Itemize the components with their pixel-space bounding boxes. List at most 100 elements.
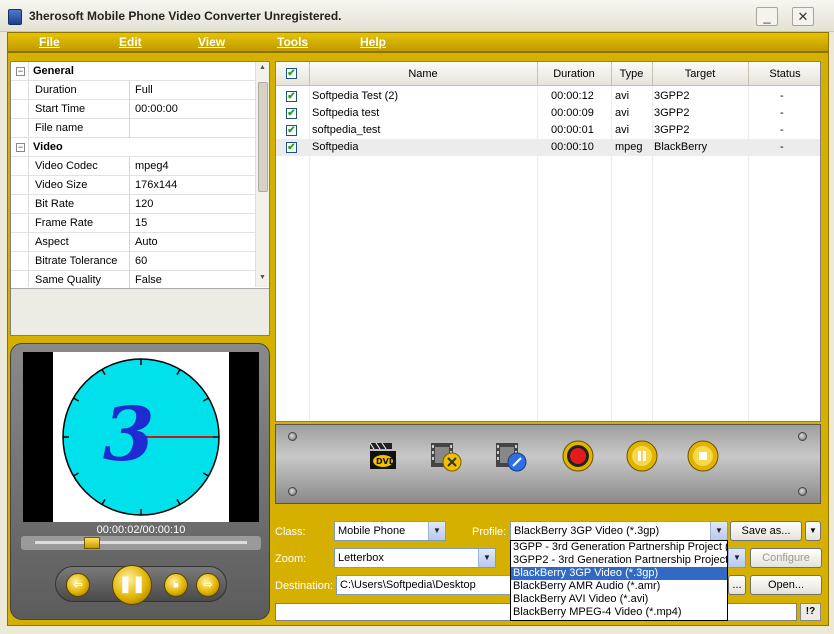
property-value[interactable]: 60 — [135, 255, 147, 267]
cell-name: softpedia_test — [312, 124, 381, 136]
property-value[interactable]: 120 — [135, 198, 153, 210]
stop-icon[interactable]: ■ — [164, 573, 188, 597]
chevron-down-icon[interactable]: ▼ — [428, 522, 445, 540]
property-row[interactable]: Start Time 00:00:00 — [11, 100, 257, 119]
profile-option[interactable]: 3GPP - 3rd Generation Partnership Projec… — [511, 541, 727, 554]
screw-icon — [798, 432, 807, 441]
profile-secondary-select[interactable]: ▼ — [728, 548, 746, 568]
profile-option[interactable]: BlackBerry AVI Video (*.avi) — [511, 593, 727, 606]
film-settings-icon[interactable] — [494, 439, 528, 473]
chevron-down-icon[interactable]: ▼ — [710, 522, 727, 540]
cell-name: Softpedia — [312, 141, 359, 153]
chevron-down-icon[interactable]: ▼ — [478, 549, 495, 567]
col-target[interactable]: Target — [652, 68, 748, 80]
property-divider — [129, 214, 130, 233]
open-button[interactable]: Open... — [750, 575, 822, 595]
property-row[interactable]: Frame Rate 15 — [11, 214, 257, 233]
property-value[interactable]: 176x144 — [135, 179, 177, 191]
property-row[interactable]: Video Codec mpeg4 — [11, 157, 257, 176]
cell-duration: 00:00:10 — [551, 141, 594, 153]
collapse-icon[interactable]: − — [16, 67, 25, 76]
menu-tools[interactable]: Tools — [277, 35, 308, 49]
properties-scrollbar[interactable]: ▲ ▼ — [255, 62, 269, 287]
next-icon[interactable]: ⇨ — [196, 573, 220, 597]
pause-icon[interactable]: ❚❚ — [112, 565, 152, 605]
remove-film-icon[interactable] — [429, 439, 463, 473]
row-checkbox[interactable]: ✔ — [286, 108, 297, 119]
property-value[interactable]: False — [135, 274, 162, 286]
app-icon — [8, 9, 22, 25]
chevron-down-icon[interactable]: ▼ — [728, 549, 745, 567]
menu-edit[interactable]: Edit — [119, 35, 142, 49]
save-as-button[interactable]: Save as... — [730, 521, 802, 541]
profile-option[interactable]: BlackBerry 3GP Video (*.3gp) — [511, 567, 727, 580]
col-type[interactable]: Type — [611, 68, 652, 80]
scroll-down-icon[interactable]: ▼ — [259, 274, 266, 281]
col-name[interactable]: Name — [309, 68, 537, 80]
cell-status: - — [780, 124, 784, 136]
property-divider — [129, 252, 130, 271]
scroll-up-icon[interactable]: ▲ — [259, 64, 266, 71]
zoom-select[interactable]: Letterbox ▼ — [334, 548, 496, 568]
cell-status: - — [780, 141, 784, 153]
preview-screen: 3 — [23, 352, 259, 522]
close-button[interactable]: ✕ — [792, 7, 814, 26]
row-checkbox[interactable]: ✔ — [286, 125, 297, 136]
property-row[interactable]: Bitrate Tolerance 60 — [11, 252, 257, 271]
browse-button[interactable]: ... — [728, 575, 746, 595]
class-select[interactable]: Mobile Phone ▼ — [334, 521, 446, 541]
stop-icon[interactable] — [686, 439, 720, 473]
preview-player: 3 00:00:02/00:00:10 ⇦ ❚❚ ■ ⇨ — [10, 343, 270, 620]
table-row[interactable]: ✔ Softpedia 00:00:10 mpeg BlackBerry - — [276, 139, 820, 156]
properties-scroll-thumb[interactable] — [258, 82, 268, 192]
property-row[interactable]: Aspect Auto — [11, 233, 257, 252]
property-value[interactable]: Auto — [135, 236, 158, 248]
cell-name: Softpedia Test (2) — [312, 90, 399, 102]
property-divider — [129, 195, 130, 214]
dvd-icon[interactable]: DVD — [366, 439, 400, 473]
row-checkbox[interactable]: ✔ — [286, 91, 297, 102]
chevron-down-icon[interactable]: ▼ — [805, 521, 821, 541]
collapse-icon[interactable]: − — [16, 143, 25, 152]
property-key: Duration — [35, 84, 77, 96]
property-row[interactable]: Bit Rate 120 — [11, 195, 257, 214]
seek-knob[interactable] — [84, 537, 101, 549]
property-category[interactable]: − Video — [11, 138, 257, 157]
profile-dropdown-list[interactable]: 3GPP - 3rd Generation Partnership Projec… — [510, 540, 728, 621]
menu-view[interactable]: View — [198, 35, 225, 49]
profile-option[interactable]: BlackBerry MPEG-4 Video (*.mp4) — [511, 606, 727, 619]
col-duration[interactable]: Duration — [537, 68, 611, 80]
profile-option[interactable]: BlackBerry AMR Audio (*.amr) — [511, 580, 727, 593]
destination-input[interactable]: C:\Users\Softpedia\Desktop — [336, 575, 512, 595]
property-key: General — [33, 65, 74, 77]
property-row[interactable]: File name — [11, 119, 257, 138]
property-value[interactable]: mpeg4 — [135, 160, 169, 172]
property-value[interactable]: 15 — [135, 217, 147, 229]
record-icon[interactable] — [561, 439, 595, 473]
property-value[interactable]: Full — [135, 84, 153, 96]
property-category[interactable]: − General — [11, 62, 257, 81]
minimize-button[interactable]: _ — [756, 7, 778, 26]
property-row[interactable]: Duration Full — [11, 81, 257, 100]
property-key: Same Quality — [35, 274, 102, 286]
help-button[interactable]: !? — [800, 603, 821, 621]
cell-type: avi — [615, 124, 630, 136]
table-row[interactable]: ✔ Softpedia test 00:00:09 avi 3GPP2 - — [276, 105, 820, 122]
profile-option[interactable]: 3GPP2 - 3rd Generation Partnership Proje… — [511, 554, 727, 567]
previous-icon[interactable]: ⇦ — [66, 573, 90, 597]
property-row[interactable]: Video Size 176x144 — [11, 176, 257, 195]
row-checkbox[interactable]: ✔ — [286, 142, 297, 153]
seek-bar[interactable] — [21, 536, 261, 550]
pause-icon[interactable] — [625, 439, 659, 473]
col-status[interactable]: Status — [748, 68, 820, 80]
select-all-checkbox[interactable]: ✔ — [286, 68, 297, 79]
window-title: 3herosoft Mobile Phone Video Converter U… — [29, 9, 342, 23]
menu-file[interactable]: File — [39, 35, 60, 49]
seek-track[interactable] — [35, 541, 247, 544]
property-value[interactable]: 00:00:00 — [135, 103, 178, 115]
profile-select[interactable]: BlackBerry 3GP Video (*.3gp) ▼ — [510, 521, 728, 541]
table-row[interactable]: ✔ softpedia_test 00:00:01 avi 3GPP2 - — [276, 122, 820, 139]
menu-help[interactable]: Help — [360, 35, 386, 49]
configure-button[interactable]: Configure — [750, 548, 822, 568]
table-row[interactable]: ✔ Softpedia Test (2) 00:00:12 avi 3GPP2 - — [276, 88, 820, 105]
